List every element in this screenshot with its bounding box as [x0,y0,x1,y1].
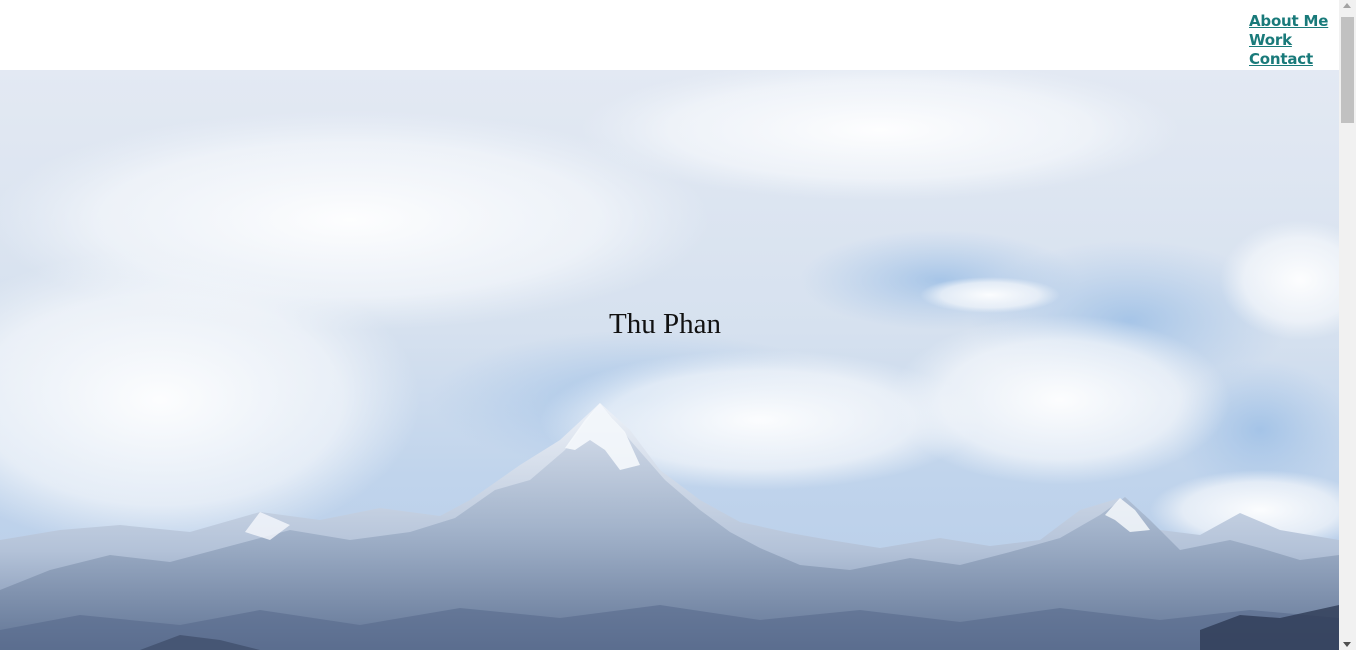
nav-link-about-me[interactable]: About Me [1249,12,1328,31]
main-nav: About Me Work Contact [1249,12,1328,69]
hero-title: Thu Phan [609,308,721,340]
scroll-up-arrow-icon[interactable] [1343,3,1351,8]
scroll-down-arrow-icon[interactable] [1343,642,1351,647]
nav-link-contact[interactable]: Contact [1249,50,1328,69]
page-scrollbar[interactable] [1339,0,1356,650]
scrollbar-thumb[interactable] [1341,17,1354,123]
page: About Me Work Contact Thu Phan [0,0,1356,650]
hero-section: Thu Phan [0,70,1339,650]
hero-mountain-image [0,70,1339,650]
site-header: About Me Work Contact [0,0,1339,70]
nav-link-work[interactable]: Work [1249,31,1328,50]
